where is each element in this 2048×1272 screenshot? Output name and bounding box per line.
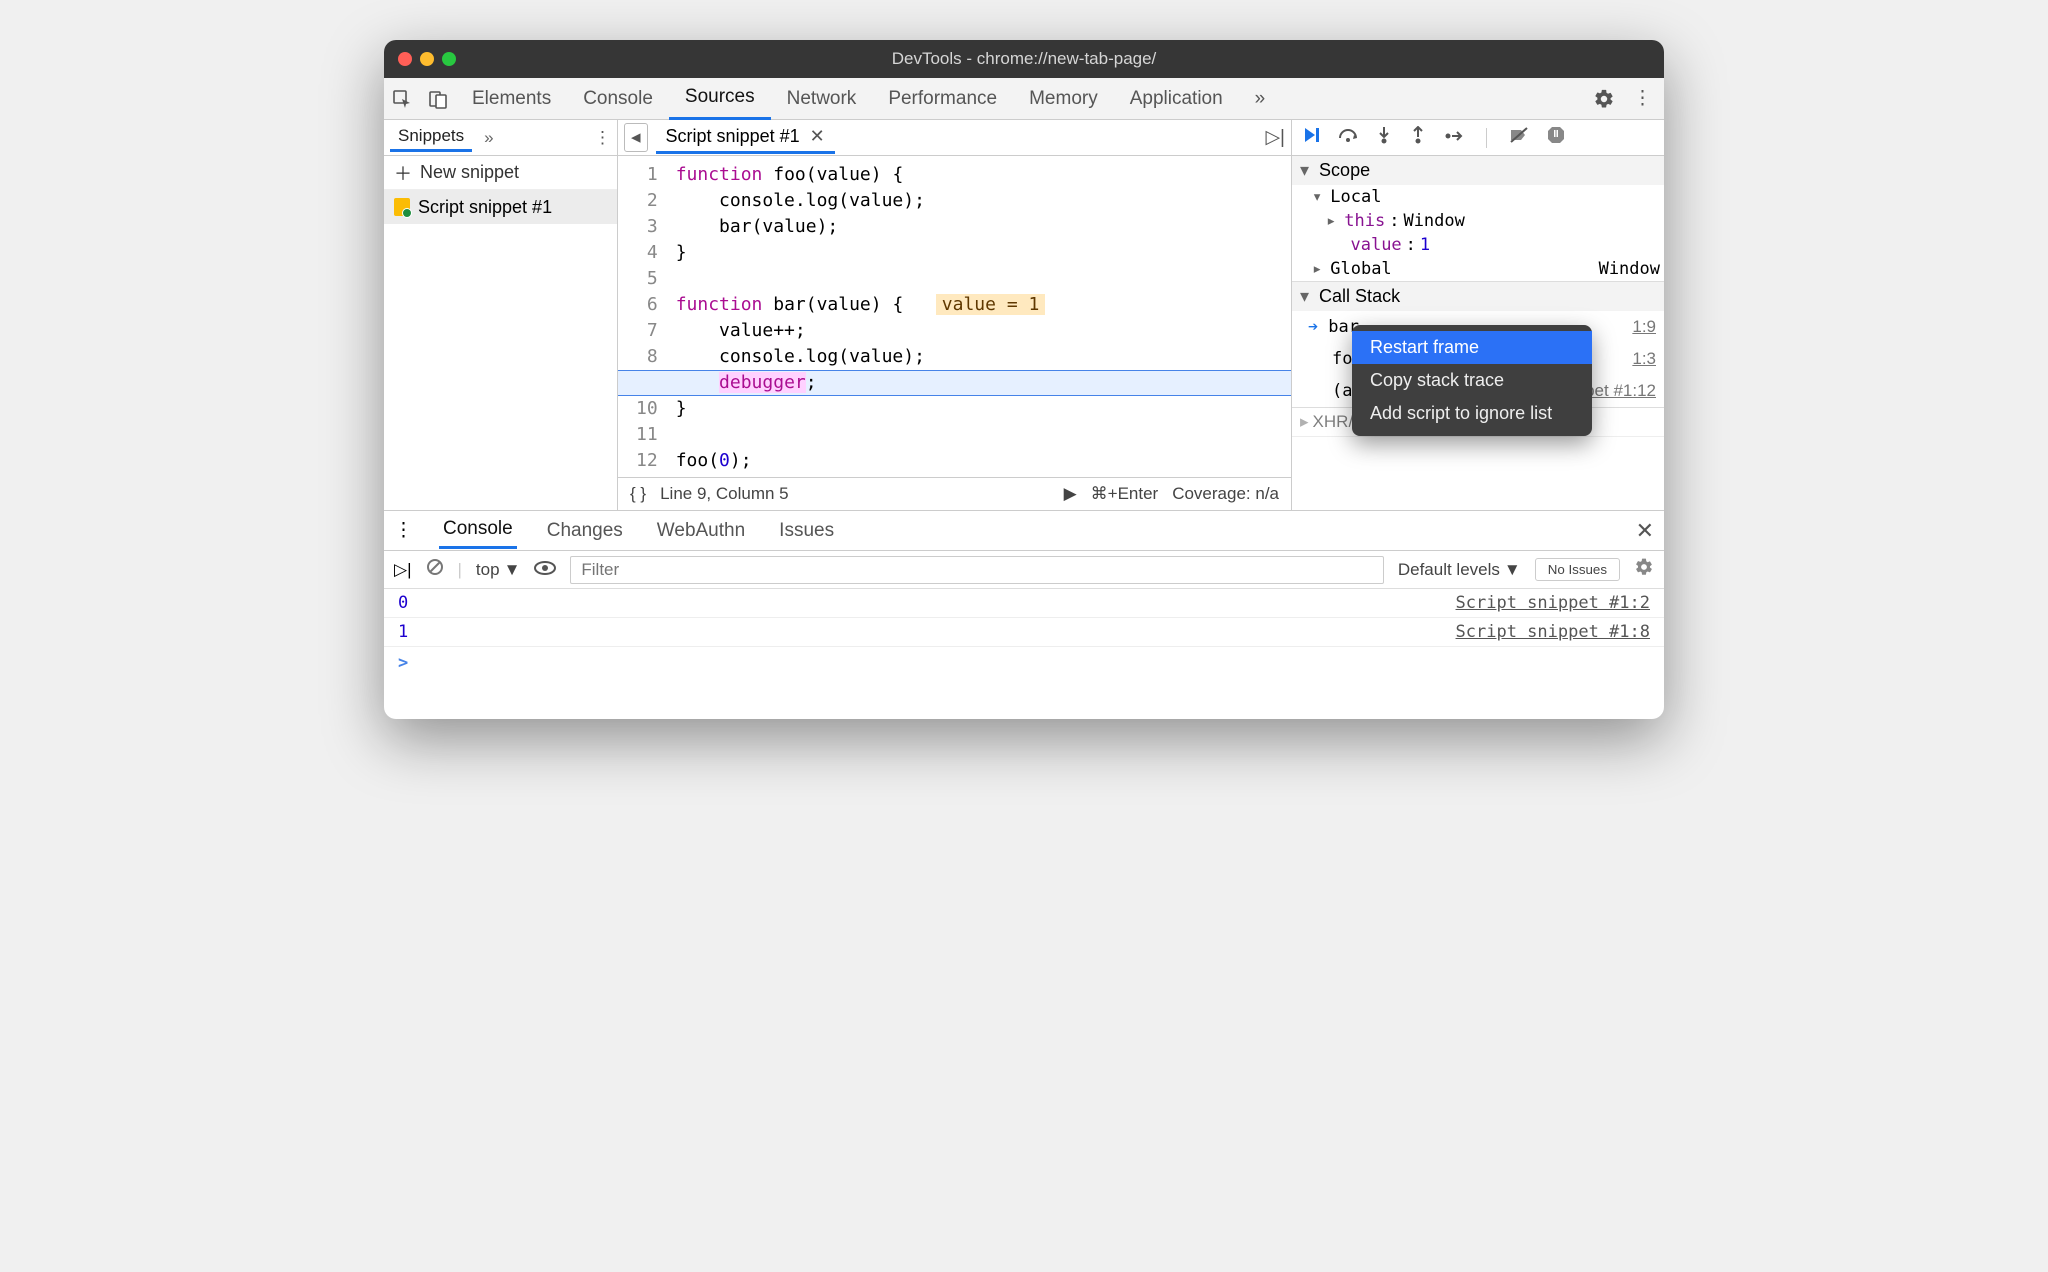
resume-icon[interactable] (1302, 126, 1320, 150)
line-gutter: 12345678910111213 (618, 156, 668, 477)
coverage-label: Coverage: n/a (1172, 484, 1279, 504)
console-output: 0 Script snippet #1:2 1 Script snippet #… (384, 589, 1664, 719)
current-frame-icon: ➔ (1308, 317, 1318, 337)
pause-on-exceptions-icon[interactable] (1547, 126, 1565, 150)
code-content[interactable]: function foo(value) { console.log(value)… (668, 156, 1291, 477)
step-out-icon[interactable] (1410, 126, 1426, 150)
step-into-icon[interactable] (1376, 126, 1392, 150)
scope-global[interactable]: GlobalWindow (1292, 257, 1664, 281)
more-navigator-tabs-icon[interactable]: » (484, 128, 493, 148)
more-tabs-icon[interactable]: » (1239, 78, 1282, 120)
drawer: ⋮ Console Changes WebAuthn Issues ✕ ▷| |… (384, 510, 1664, 719)
snippet-item[interactable]: Script snippet #1 (384, 190, 617, 224)
message-source-link[interactable]: Script snippet #1:8 (1456, 622, 1650, 642)
editor-tabbar: ◂ Script snippet #1 ✕ ▷| (618, 120, 1291, 156)
debugger-sidebar: Scope Local this: Window value: 1 Global… (1292, 120, 1664, 510)
plus-icon: ＋ (394, 160, 412, 186)
pretty-print-icon[interactable]: { } (630, 484, 646, 504)
drawer-tabbar: ⋮ Console Changes WebAuthn Issues ✕ (384, 511, 1664, 551)
settings-icon[interactable] (1593, 88, 1615, 110)
drawer-tab-issues[interactable]: Issues (775, 514, 838, 548)
context-selector[interactable]: top ▼ (476, 560, 520, 580)
editor-statusbar: { } Line 9, Column 5 ▶ ⌘+Enter Coverage:… (618, 477, 1291, 510)
maximize-window-button[interactable] (442, 52, 456, 66)
run-shortcut-label: ⌘+Enter (1091, 484, 1159, 504)
console-settings-icon[interactable] (1634, 557, 1654, 582)
scope-this[interactable]: this: Window (1292, 209, 1664, 233)
no-issues-button[interactable]: No Issues (1535, 558, 1620, 581)
log-levels-selector[interactable]: Default levels ▼ (1398, 560, 1521, 580)
ctx-restart-frame[interactable]: Restart frame (1352, 331, 1592, 364)
ctx-copy-stack-trace[interactable]: Copy stack trace (1352, 364, 1592, 397)
titlebar: DevTools - chrome://new-tab-page/ (384, 40, 1664, 78)
navigator-sidebar: Snippets » ⋮ ＋ New snippet Script snippe… (384, 120, 618, 510)
console-toolbar: ▷| | top ▼ Default levels ▼ No Issues (384, 551, 1664, 589)
console-message[interactable]: 0 Script snippet #1:2 (384, 589, 1664, 618)
drawer-options-icon[interactable]: ⋮ (394, 519, 413, 542)
main-tabbar: Elements Console Sources Network Perform… (384, 78, 1664, 120)
scope-local[interactable]: Local (1292, 185, 1664, 209)
cursor-position: Line 9, Column 5 (660, 484, 789, 504)
scope-value[interactable]: value: 1 (1292, 233, 1664, 257)
editor-tab[interactable]: Script snippet #1 ✕ (656, 122, 835, 154)
debugger-toolbar (1292, 120, 1664, 156)
navigator-toggle-icon[interactable]: ◂ (624, 123, 648, 152)
editor-tab-label: Script snippet #1 (666, 126, 800, 147)
console-message[interactable]: 1 Script snippet #1:8 (384, 618, 1664, 647)
close-window-button[interactable] (398, 52, 412, 66)
code-editor[interactable]: 12345678910111213 function foo(value) { … (618, 156, 1291, 477)
navigator-tabs: Snippets » ⋮ (384, 120, 617, 156)
tab-network[interactable]: Network (771, 78, 873, 120)
scope-section: Scope Local this: Window value: 1 Global… (1292, 156, 1664, 282)
main-area: Snippets » ⋮ ＋ New snippet Script snippe… (384, 120, 1664, 510)
tab-console[interactable]: Console (567, 78, 669, 120)
new-snippet-label: New snippet (420, 162, 519, 183)
drawer-tab-webauthn[interactable]: WebAuthn (653, 514, 749, 548)
inline-value-hint: value = 1 (936, 294, 1046, 315)
main-tabs: Elements Console Sources Network Perform… (456, 78, 1581, 120)
callstack-header[interactable]: Call Stack (1292, 282, 1664, 311)
run-snippet-icon[interactable]: ▷| (1265, 126, 1285, 149)
tab-performance[interactable]: Performance (872, 78, 1013, 120)
step-over-icon[interactable] (1338, 126, 1358, 150)
tab-application[interactable]: Application (1114, 78, 1239, 120)
console-filter-input[interactable] (570, 556, 1383, 584)
close-tab-icon[interactable]: ✕ (810, 126, 825, 147)
drawer-tab-changes[interactable]: Changes (543, 514, 627, 548)
step-icon[interactable] (1444, 127, 1464, 149)
device-toolbar-icon[interactable] (428, 89, 448, 109)
run-shortcut-icon[interactable]: ▶ (1064, 484, 1077, 504)
ctx-add-ignore-list[interactable]: Add script to ignore list (1352, 397, 1592, 430)
tab-elements[interactable]: Elements (456, 78, 567, 120)
new-snippet-button[interactable]: ＋ New snippet (384, 156, 617, 190)
close-drawer-icon[interactable]: ✕ (1636, 518, 1654, 544)
snippet-file-icon (394, 198, 410, 216)
console-sidebar-toggle-icon[interactable]: ▷| (394, 560, 412, 580)
window-title: DevTools - chrome://new-tab-page/ (384, 49, 1664, 69)
navigator-options-icon[interactable]: ⋮ (594, 128, 611, 148)
tab-memory[interactable]: Memory (1013, 78, 1114, 120)
clear-console-icon[interactable] (426, 558, 444, 581)
snippet-item-label: Script snippet #1 (418, 197, 552, 218)
console-prompt[interactable]: > (384, 647, 1664, 679)
traffic-lights (398, 52, 456, 66)
inspect-element-icon[interactable] (392, 89, 412, 109)
context-menu: Restart frame Copy stack trace Add scrip… (1352, 325, 1592, 436)
drawer-tab-console[interactable]: Console (439, 512, 517, 549)
navigator-tab-snippets[interactable]: Snippets (390, 123, 472, 152)
scope-header[interactable]: Scope (1292, 156, 1664, 185)
tab-sources[interactable]: Sources (669, 78, 771, 120)
message-source-link[interactable]: Script snippet #1:2 (1456, 593, 1650, 613)
live-expression-icon[interactable] (534, 560, 556, 580)
minimize-window-button[interactable] (420, 52, 434, 66)
editor-pane: ◂ Script snippet #1 ✕ ▷| 123456789101112… (618, 120, 1292, 510)
devtools-window: DevTools - chrome://new-tab-page/ Elemen… (384, 40, 1664, 719)
deactivate-breakpoints-icon[interactable] (1509, 126, 1529, 150)
more-options-icon[interactable]: ⋮ (1633, 87, 1652, 110)
